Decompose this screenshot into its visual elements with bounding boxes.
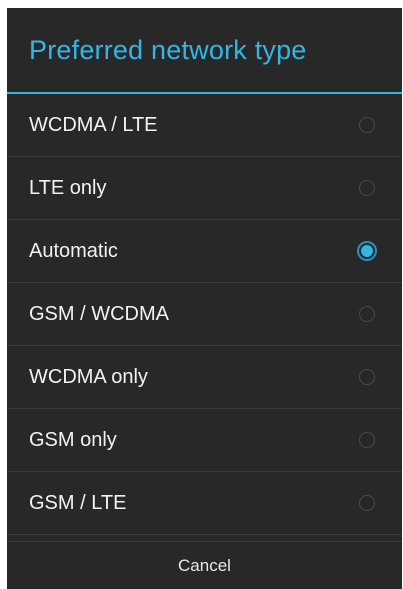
option-wcdma-lte[interactable]: WCDMA / LTE <box>7 94 402 157</box>
option-gsm-only[interactable]: GSM only <box>7 409 402 472</box>
option-label: Automatic <box>29 239 118 262</box>
network-type-dialog: Preferred network type WCDMA / LTE LTE o… <box>7 8 402 589</box>
cancel-button[interactable]: Cancel <box>7 542 402 589</box>
radio-unselected-icon[interactable] <box>359 369 375 385</box>
option-gsm-wcdma[interactable]: GSM / WCDMA <box>7 283 402 346</box>
option-label: GSM only <box>29 428 117 451</box>
dialog-footer: Cancel <box>7 541 402 589</box>
radio-unselected-icon[interactable] <box>359 432 375 448</box>
option-wcdma-only[interactable]: WCDMA only <box>7 346 402 409</box>
option-label: WCDMA / LTE <box>29 113 158 136</box>
option-gsm-lte[interactable]: GSM / LTE <box>7 472 402 535</box>
dialog-header: Preferred network type <box>7 8 402 94</box>
radio-selected-icon[interactable] <box>357 241 377 261</box>
option-label: GSM / LTE <box>29 491 127 514</box>
network-type-options: WCDMA / LTE LTE only Automatic GSM / WCD… <box>7 94 402 535</box>
option-automatic[interactable]: Automatic <box>7 220 402 283</box>
radio-unselected-icon[interactable] <box>359 180 375 196</box>
option-label: GSM / WCDMA <box>29 302 169 325</box>
radio-unselected-icon[interactable] <box>359 306 375 322</box>
radio-unselected-icon[interactable] <box>359 117 375 133</box>
option-label: WCDMA only <box>29 365 148 388</box>
option-label: LTE only <box>29 176 107 199</box>
option-lte-only[interactable]: LTE only <box>7 157 402 220</box>
dialog-title: Preferred network type <box>29 34 307 65</box>
radio-unselected-icon[interactable] <box>359 495 375 511</box>
